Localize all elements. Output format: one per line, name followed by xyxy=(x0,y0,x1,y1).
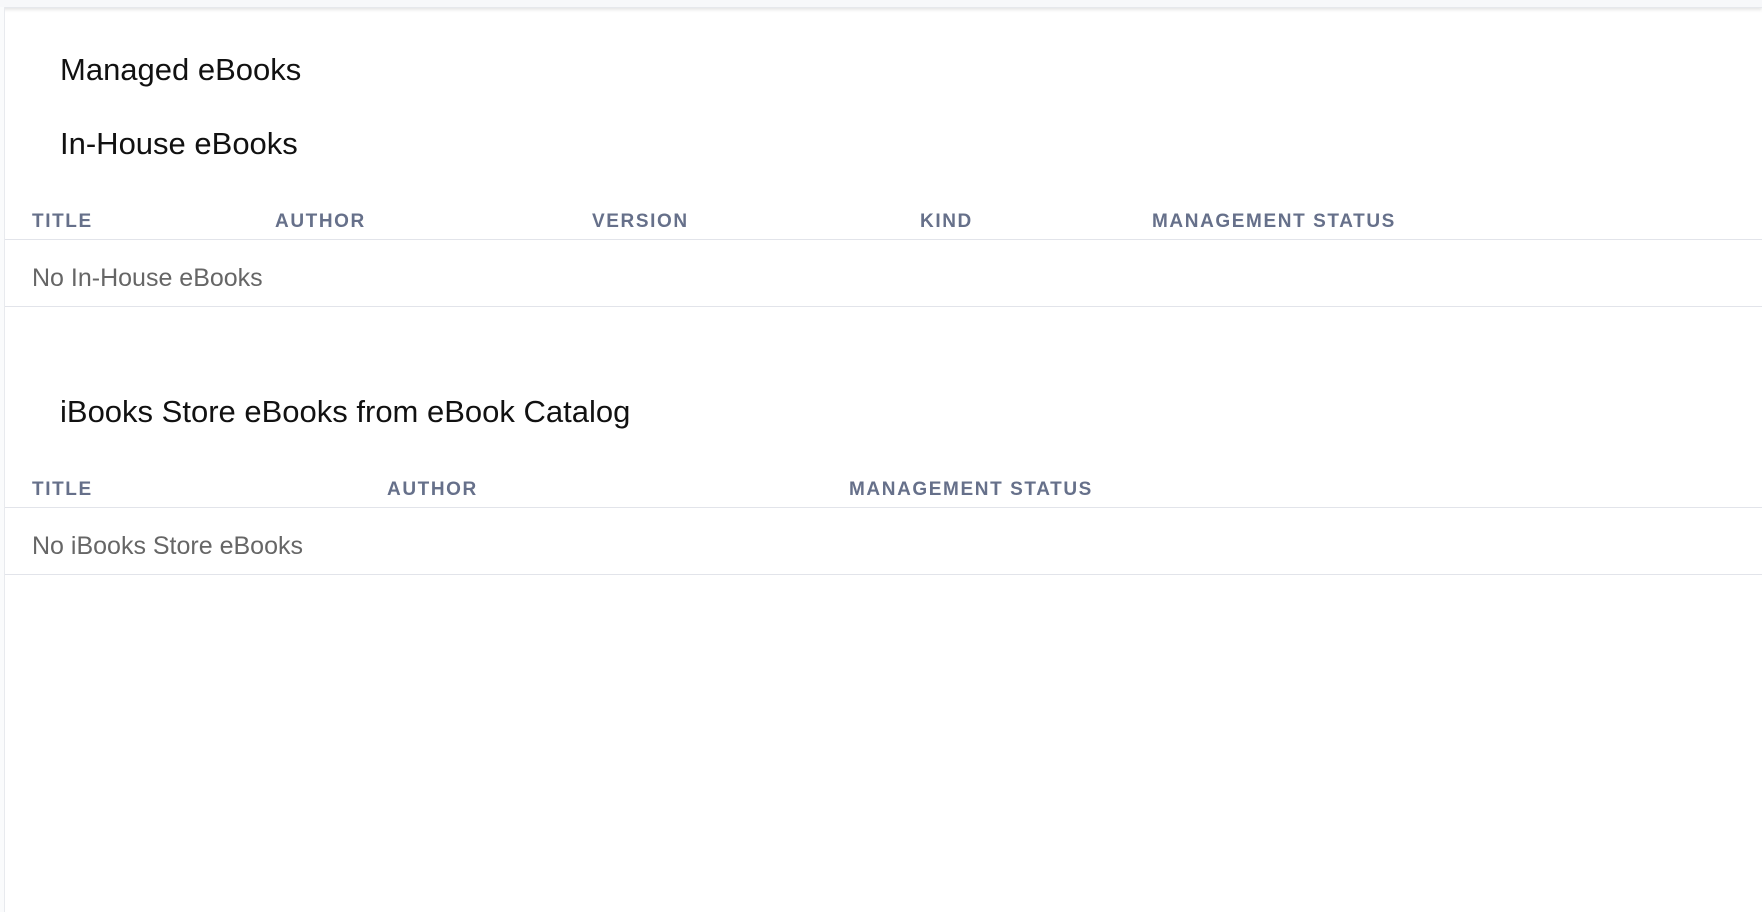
page-title: Managed eBooks xyxy=(60,52,302,87)
column-header-title[interactable]: TITLE xyxy=(32,211,93,233)
in-house-table-header: TITLE AUTHOR VERSION KIND MANAGEMENT STA… xyxy=(5,209,1762,240)
top-toolbar-edge xyxy=(0,0,1762,8)
column-header-author[interactable]: AUTHOR xyxy=(387,479,478,501)
column-header-management-status[interactable]: MANAGEMENT STATUS xyxy=(849,479,1093,501)
ibooks-store-empty-message: No iBooks Store eBooks xyxy=(32,532,303,560)
column-header-management-status[interactable]: MANAGEMENT STATUS xyxy=(1152,211,1396,233)
column-header-title[interactable]: TITLE xyxy=(32,479,93,501)
ibooks-store-ebooks-heading: iBooks Store eBooks from eBook Catalog xyxy=(60,394,631,429)
column-header-version[interactable]: VERSION xyxy=(592,211,689,233)
ibooks-store-empty-row: No iBooks Store eBooks xyxy=(5,518,1762,575)
in-house-empty-row: No In-House eBooks xyxy=(5,250,1762,307)
column-header-kind[interactable]: KIND xyxy=(920,211,973,233)
in-house-empty-message: No In-House eBooks xyxy=(32,264,263,292)
left-sidebar-edge xyxy=(0,7,5,912)
in-house-ebooks-heading: In-House eBooks xyxy=(60,126,298,161)
column-header-author[interactable]: AUTHOR xyxy=(275,211,366,233)
ibooks-store-table-header: TITLE AUTHOR MANAGEMENT STATUS xyxy=(5,477,1762,508)
